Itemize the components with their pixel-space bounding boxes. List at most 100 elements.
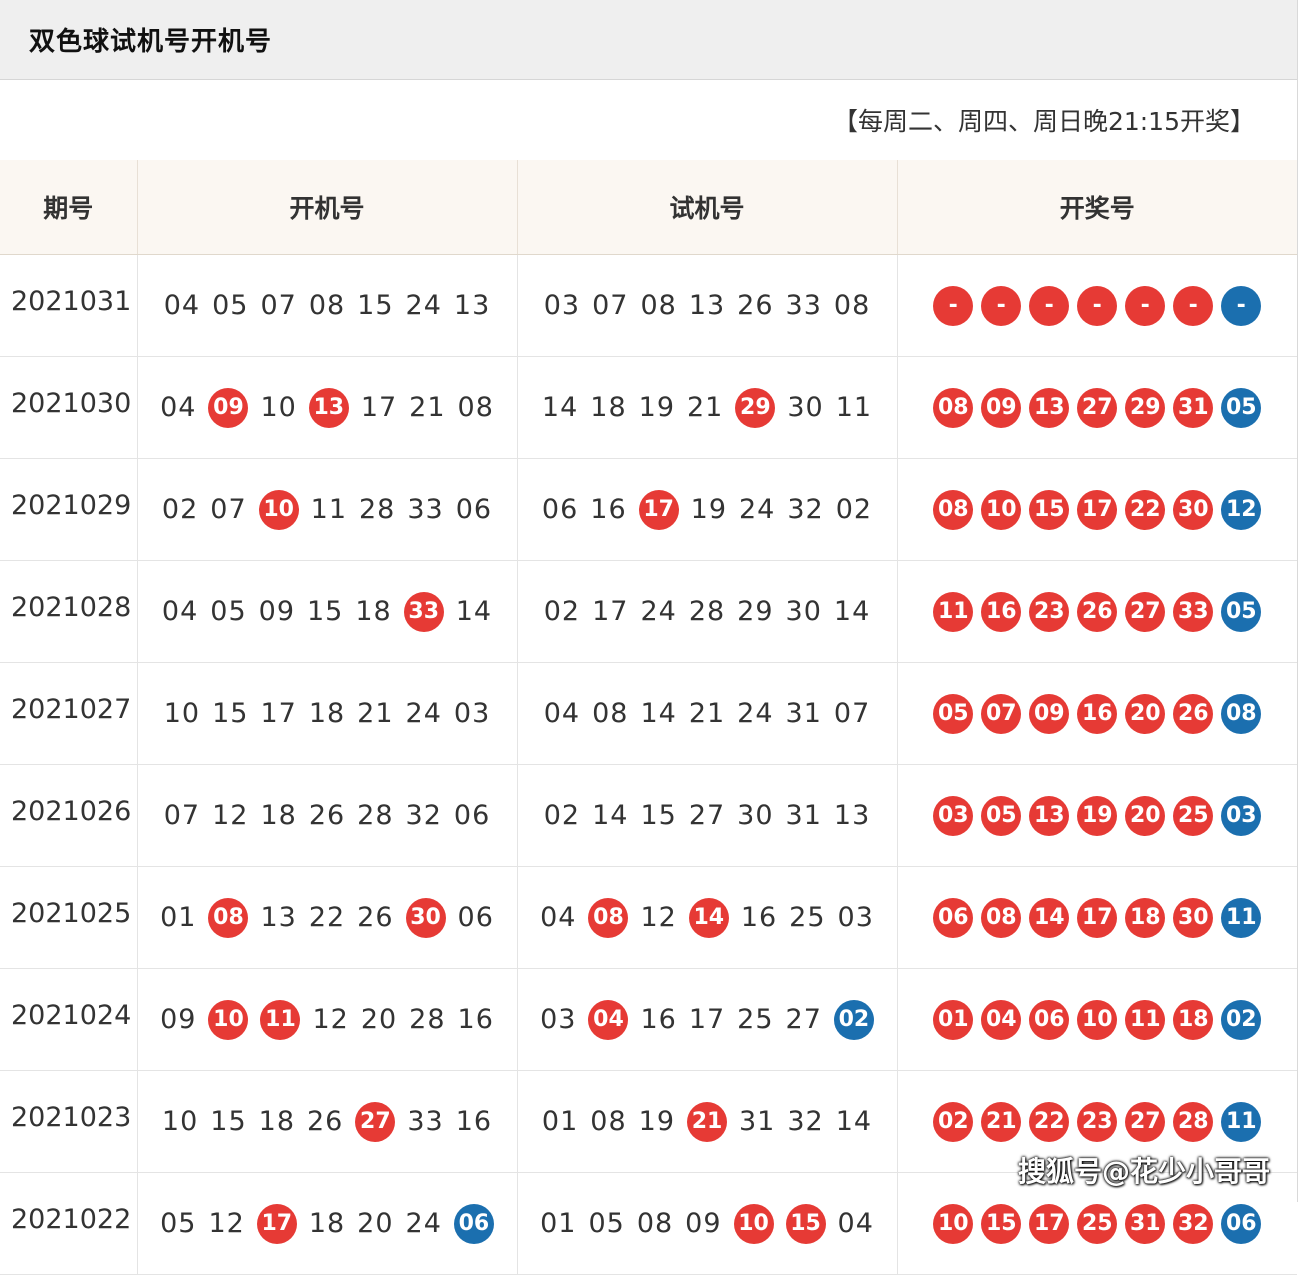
number: 24 [739,493,776,525]
red-ball: 01 [933,999,974,1040]
number: 24 [737,697,774,729]
blue-ball: 11 [1221,1101,1262,1142]
number: 15 [307,595,344,627]
red-ball: 27 [1125,1101,1166,1142]
trial-numbers-cell: 03 04 16 17 25 27 02 [516,968,897,1071]
number: 18 [355,595,392,627]
red-ball: 30 [1173,489,1214,530]
red-ball: 10 [1077,999,1118,1040]
number: 03 [543,289,581,321]
number: 19 [690,493,727,525]
number: 01 [541,1105,579,1137]
highlight-red-ball: 17 [256,1203,297,1244]
number: 29 [737,595,774,627]
header-draw-numbers: 开奖号 [896,160,1297,255]
number: 21 [688,697,726,729]
number: 08 [590,1105,627,1137]
number: 30 [785,595,822,627]
red-ball: 05 [981,795,1022,836]
number: 04 [161,595,199,627]
highlight-red-ball: 27 [355,1101,396,1142]
header-open-numbers: 开机号 [136,160,517,255]
red-ball: 19 [1077,795,1118,836]
red-ball: 23 [1077,1101,1118,1142]
number: 30 [737,799,774,831]
draw-numbers-cell: 06 08 14 17 18 30 11 [896,866,1297,969]
number: 31 [739,1105,776,1137]
red-ball: 15 [1029,489,1070,530]
results-table: 期号 开机号 试机号 开奖号 2021031 04 05 07 08 15 24 13 03 07… [0,160,1297,1275]
highlight-red-ball: 17 [638,489,679,530]
number: 32 [787,1105,824,1137]
highlight-red-ball: 10 [258,489,299,530]
red-ball: 31 [1125,1203,1166,1244]
red-ball: - [1125,285,1166,326]
number: 24 [640,595,677,627]
number: 07 [163,799,201,831]
red-ball: 10 [933,1203,974,1244]
highlight-blue-ball: 02 [833,999,874,1040]
blue-ball: 11 [1221,897,1262,938]
number: 08 [636,1207,674,1239]
red-ball: 31 [1173,387,1214,428]
highlight-red-ball: 15 [785,1203,826,1244]
table-row: 2021029 02 07 10 11 28 33 06 06 16 17 19 24 32 02 08 10 1… [0,458,1297,561]
red-ball: - [1029,285,1070,326]
number: 05 [160,1207,197,1239]
number: 16 [457,1003,494,1035]
number: 31 [785,697,822,729]
number: 18 [260,799,297,831]
blue-ball: - [1221,285,1262,326]
number: 04 [160,391,197,423]
table-row: 2021031 04 05 07 08 15 24 13 03 07 08 13 26 33 08- - - - -… [0,254,1297,357]
number: 31 [785,799,822,831]
watermark: 搜狐号@花少小哥哥 [1017,1155,1270,1188]
number: 01 [160,901,197,933]
open-numbers-cell: 04 05 09 15 18 33 14 [136,560,517,663]
trial-numbers-cell: 14 18 19 21 29 30 11 [516,356,897,459]
red-ball: 21 [981,1101,1022,1142]
red-ball: 22 [1029,1101,1070,1142]
red-ball: 07 [981,693,1022,734]
open-numbers-cell: 04 05 07 08 15 24 13 [136,254,517,357]
red-ball: 08 [933,387,974,428]
red-ball: 09 [981,387,1022,428]
red-ball: 27 [1125,591,1166,632]
red-ball: 30 [1173,897,1214,938]
number: 14 [640,697,677,729]
blue-ball: 03 [1221,795,1262,836]
number: 15 [357,289,394,321]
issue-cell: 2021031 [0,254,137,357]
red-ball: 10 [981,489,1022,530]
number: 27 [785,1003,822,1035]
number: 21 [409,391,446,423]
red-ball: 32 [1173,1203,1214,1244]
trial-numbers-cell: 03 07 08 13 26 33 08 [516,254,897,357]
number: 04 [540,901,577,933]
number: 08 [308,289,346,321]
highlight-red-ball: 10 [733,1203,774,1244]
draw-numbers-cell: 11 16 23 26 27 33 05 [896,560,1297,663]
number: 02 [543,799,581,831]
highlight-red-ball: 14 [688,897,729,938]
number: 26 [357,901,394,933]
red-ball: - [1173,285,1214,326]
red-ball: - [933,285,974,326]
highlight-red-ball: 21 [687,1101,727,1142]
number: 25 [737,1003,774,1035]
trial-numbers-cell: 04 08 14 21 24 31 07 [516,662,897,765]
number: 08 [457,391,494,423]
highlight-blue-ball: 06 [453,1203,494,1244]
number: 15 [640,799,677,831]
panel-header: 双色球试机号开机号 [0,0,1297,80]
header-issue: 期号 [0,160,137,255]
red-ball: 15 [981,1203,1022,1244]
number: 18 [258,1105,295,1137]
red-ball: 08 [981,897,1022,938]
number: 16 [640,1003,677,1035]
number: 13 [688,289,726,321]
table-row: 2021026 07 12 18 26 28 32 06 02 14 15 27 30 31 13 03 05 1… [0,764,1297,867]
number: 06 [541,493,579,525]
table-row: 2021025 01 08 13 22 26 30 06 04 08 12 14 16 25 03 06 08 1… [0,866,1297,969]
number: 08 [833,289,871,321]
